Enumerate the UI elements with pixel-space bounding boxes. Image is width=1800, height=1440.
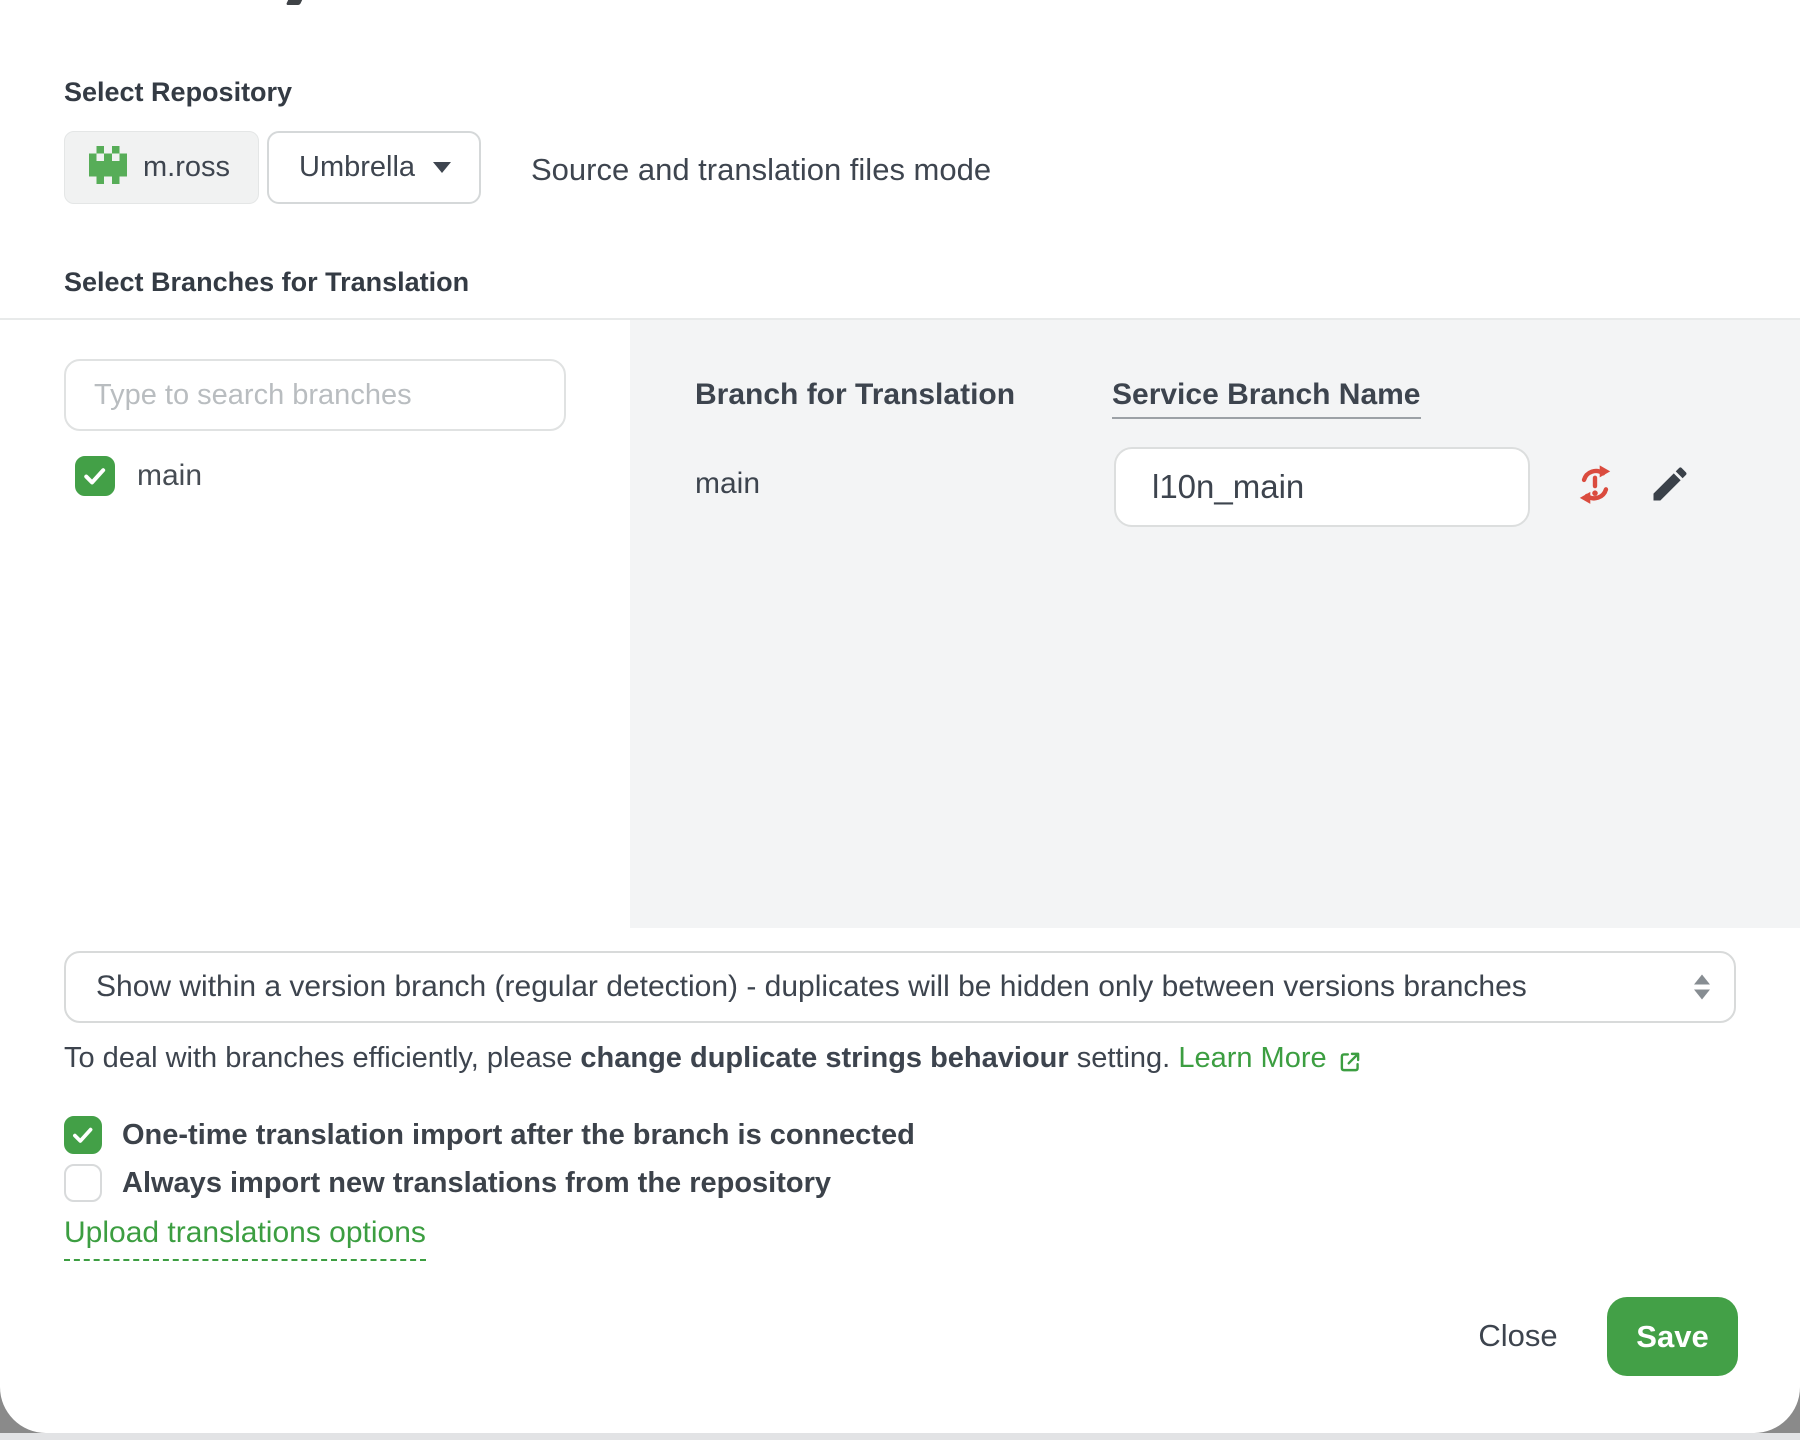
repository-dropdown[interactable]: Umbrella bbox=[267, 131, 481, 204]
table-row-branch-name: main bbox=[695, 467, 760, 501]
note-prefix: To deal with branches efficiently, pleas… bbox=[64, 1042, 580, 1074]
select-repository-heading: Select Repository bbox=[64, 77, 292, 108]
service-branch-name-input[interactable] bbox=[1114, 447, 1530, 527]
files-mode-text: Source and translation files mode bbox=[531, 152, 991, 188]
duplicates-note: To deal with branches efficiently, pleas… bbox=[64, 1042, 1363, 1075]
repository-dropdown-value: Umbrella bbox=[299, 151, 415, 184]
checkmark-icon bbox=[81, 462, 109, 490]
branch-search-input[interactable] bbox=[64, 359, 566, 431]
branch-checkbox-main[interactable]: main bbox=[75, 456, 202, 496]
edit-pencil-icon[interactable] bbox=[1648, 462, 1692, 511]
repo-owner-name: m.ross bbox=[143, 151, 230, 184]
connect-repository-dialog: Select Repository m.ross Umbrella S bbox=[0, 0, 1800, 1440]
external-link-icon bbox=[1337, 1049, 1363, 1075]
save-button[interactable]: Save bbox=[1607, 1297, 1738, 1376]
learn-more-link[interactable]: Learn More bbox=[1178, 1042, 1362, 1075]
caret-down-icon bbox=[433, 162, 451, 173]
checkmark-icon bbox=[70, 1122, 96, 1148]
column-branch-for-translation: Branch for Translation bbox=[695, 378, 1015, 412]
close-button[interactable]: Close bbox=[1448, 1318, 1588, 1354]
checkbox bbox=[64, 1116, 102, 1154]
top-edge-artifact bbox=[286, 0, 302, 5]
branch-checkbox-label: main bbox=[137, 459, 202, 493]
select-branches-heading: Select Branches for Translation bbox=[64, 267, 469, 298]
sync-error-icon[interactable] bbox=[1576, 464, 1614, 511]
option-label: One-time translation import after the br… bbox=[122, 1119, 915, 1152]
checkbox bbox=[75, 456, 115, 496]
option-always-import[interactable]: Always import new translations from the … bbox=[64, 1164, 831, 1202]
modal-panel: Select Repository m.ross Umbrella S bbox=[0, 0, 1800, 1433]
up-down-arrows-icon bbox=[1694, 975, 1710, 1000]
option-label: Always import new translations from the … bbox=[122, 1167, 831, 1200]
checkbox bbox=[64, 1164, 102, 1202]
note-suffix: setting. bbox=[1069, 1042, 1179, 1074]
repo-owner-chip[interactable]: m.ross bbox=[64, 131, 259, 204]
repo-avatar-identicon-icon bbox=[89, 146, 127, 189]
upload-translations-options-link[interactable]: Upload translations options bbox=[64, 1216, 426, 1261]
page-bottom-strip bbox=[0, 1433, 1800, 1440]
note-bold: change duplicate strings behaviour bbox=[580, 1042, 1068, 1074]
column-service-branch-name[interactable]: Service Branch Name bbox=[1112, 378, 1421, 419]
duplicate-strings-selected-option: Show within a version branch (regular de… bbox=[96, 970, 1527, 1004]
duplicate-strings-select[interactable]: Show within a version branch (regular de… bbox=[64, 951, 1736, 1023]
option-one-time-import[interactable]: One-time translation import after the br… bbox=[64, 1116, 915, 1154]
